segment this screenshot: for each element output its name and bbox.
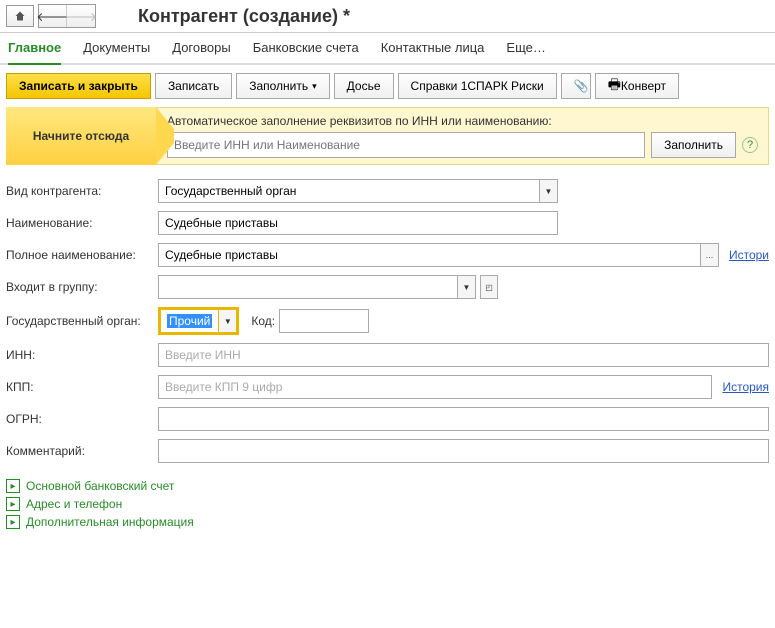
start-here-arrow: Начните отсюда: [6, 107, 156, 165]
label-code: Код:: [251, 314, 275, 328]
forward-button[interactable]: 🡒: [67, 5, 95, 27]
label-inn: ИНН:: [6, 348, 158, 362]
ogrn-input[interactable]: [158, 407, 769, 431]
clip-icon: 📎: [574, 79, 589, 93]
fullname-history-link[interactable]: Истори: [729, 248, 769, 262]
comment-input[interactable]: [158, 439, 769, 463]
tab-main[interactable]: Главное: [8, 40, 61, 65]
tab-contacts[interactable]: Контактные лица: [381, 40, 485, 59]
label-type: Вид контрагента:: [6, 184, 158, 198]
type-dropdown[interactable]: ▼: [540, 179, 558, 203]
arrow-left-icon: 🡐: [36, 9, 68, 24]
inn-input[interactable]: [158, 343, 769, 367]
gov-dropdown[interactable]: ▼: [219, 309, 237, 333]
label-fullname: Полное наименование:: [6, 248, 158, 262]
back-button[interactable]: 🡐: [39, 5, 67, 27]
page-title: Контрагент (создание) *: [138, 6, 350, 27]
dossier-button[interactable]: Досье: [334, 73, 394, 99]
tab-documents[interactable]: Документы: [83, 40, 150, 59]
code-input[interactable]: [279, 309, 369, 333]
autofill-input[interactable]: [167, 132, 645, 158]
label-group: Входит в группу:: [6, 280, 158, 294]
group-open[interactable]: ◰: [480, 275, 498, 299]
fullname-input[interactable]: [158, 243, 701, 267]
fullname-more[interactable]: …: [701, 243, 719, 267]
autofill-button[interactable]: Заполнить: [651, 132, 736, 158]
label-name: Наименование:: [6, 216, 158, 230]
label-kpp: КПП:: [6, 380, 158, 394]
arrow-right-icon: 🡒: [65, 9, 97, 24]
home-icon: [14, 10, 26, 22]
help-icon[interactable]: ?: [742, 137, 758, 153]
fill-label: Заполнить: [249, 79, 308, 93]
convert-label: Конверт: [621, 79, 666, 93]
expander-address[interactable]: ▸: [6, 497, 20, 511]
tab-contracts[interactable]: Договоры: [172, 40, 230, 59]
spark-button[interactable]: Справки 1СПАРК Риски: [398, 73, 557, 99]
chevron-down-icon: ▾: [312, 81, 317, 92]
name-input[interactable]: [158, 211, 558, 235]
save-close-button[interactable]: Записать и закрыть: [6, 73, 151, 99]
section-bank[interactable]: Основной банковский счет: [26, 479, 174, 493]
kpp-history-link[interactable]: История: [722, 380, 769, 394]
expander-bank[interactable]: ▸: [6, 479, 20, 493]
group-dropdown[interactable]: ▼: [458, 275, 476, 299]
printer-icon: 🖶: [608, 74, 621, 98]
attachment-button[interactable]: 📎: [561, 73, 591, 99]
convert-button[interactable]: 🖶 Конверт: [595, 73, 679, 99]
expander-extra[interactable]: ▸: [6, 515, 20, 529]
label-gov: Государственный орган:: [6, 314, 158, 328]
fill-button[interactable]: Заполнить ▾: [236, 73, 329, 99]
gov-input[interactable]: Прочий: [160, 309, 219, 333]
label-ogrn: ОГРН:: [6, 412, 158, 426]
tab-bank-accounts[interactable]: Банковские счета: [253, 40, 359, 59]
section-address[interactable]: Адрес и телефон: [26, 497, 122, 511]
start-here-label: Начните отсюда: [33, 129, 129, 143]
type-input[interactable]: [158, 179, 540, 203]
save-button[interactable]: Записать: [155, 73, 232, 99]
section-extra[interactable]: Дополнительная информация: [26, 515, 194, 529]
label-comment: Комментарий:: [6, 444, 158, 458]
tab-more[interactable]: Еще…: [506, 40, 545, 59]
gov-value: Прочий: [167, 314, 212, 328]
kpp-input[interactable]: [158, 375, 712, 399]
group-input[interactable]: [158, 275, 458, 299]
autofill-label: Автоматическое заполнение реквизитов по …: [167, 114, 758, 128]
home-button[interactable]: [6, 5, 34, 27]
